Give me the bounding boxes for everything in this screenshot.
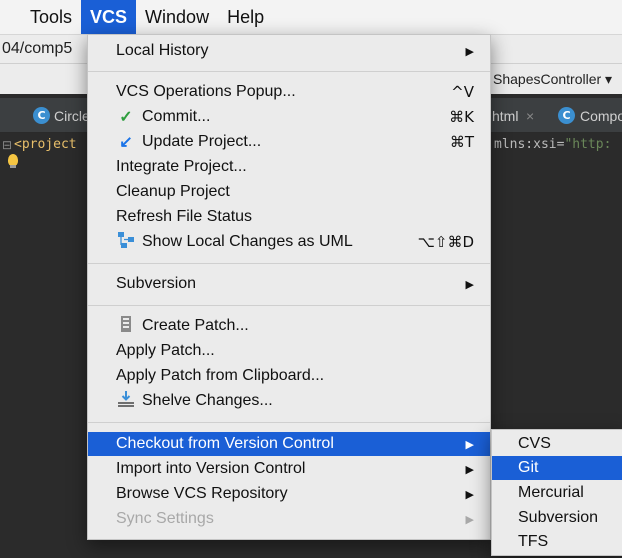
menu-item-subversion[interactable]: Subversion ▶	[88, 272, 490, 296]
submenu-item-label: TFS	[518, 533, 549, 550]
shortcut-label: ⌘T	[449, 133, 474, 151]
submenu-item-git[interactable]: Git	[492, 456, 622, 480]
menu-item-label: Apply Patch...	[116, 342, 215, 359]
submenu-arrow-icon: ▶	[465, 438, 474, 451]
vcs-menu: Local History ▶ VCS Operations Popup... …	[87, 34, 491, 540]
fold-icon[interactable]: ⊟	[2, 138, 12, 152]
menu-item-label: VCS Operations Popup...	[116, 83, 296, 100]
menu-help[interactable]: Help	[218, 0, 273, 34]
menu-item-apply-patch[interactable]: Apply Patch...	[88, 339, 490, 363]
menu-item-label: Sync Settings	[116, 510, 214, 527]
uml-diagram-icon	[116, 231, 136, 254]
menu-item-vcs-operations-popup[interactable]: VCS Operations Popup... ^V	[88, 80, 490, 104]
menu-item-label: Integrate Project...	[116, 158, 247, 175]
submenu-arrow-icon: ▶	[465, 513, 474, 526]
shelve-icon	[116, 390, 136, 413]
menu-item-import-into-vcs[interactable]: Import into Version Control ▶	[88, 457, 490, 481]
code-attribute-line: mlns:xsi="http:	[494, 137, 611, 152]
patch-icon	[116, 315, 136, 338]
menu-item-label: Subversion	[116, 275, 197, 292]
menu-item-label: Show Local Changes as UML	[142, 233, 353, 250]
menu-item-refresh-file-status[interactable]: Refresh File Status	[88, 205, 490, 229]
checkmark-icon: ✓	[119, 109, 133, 126]
class-icon: C	[33, 107, 50, 124]
code-string: "http:	[564, 137, 612, 152]
breadcrumb[interactable]: 04/comp5	[2, 40, 72, 58]
menu-item-local-history[interactable]: Local History ▶	[88, 39, 490, 63]
code-attr: mlns:xsi	[494, 137, 557, 152]
update-arrow-icon: ↙	[119, 134, 133, 151]
menu-item-label: Local History	[116, 42, 209, 59]
menu-separator	[88, 422, 490, 423]
menu-item-create-patch[interactable]: Create Patch...	[88, 314, 490, 338]
menu-item-label: Update Project...	[142, 133, 262, 150]
run-config-selector[interactable]: ShapesController ▾	[493, 71, 612, 88]
menu-item-sync-settings: Sync Settings ▶	[88, 507, 490, 531]
class-icon: C	[558, 107, 575, 124]
menu-item-shelve-changes[interactable]: Shelve Changes...	[88, 389, 490, 413]
tab-circle[interactable]: Circle	[54, 108, 90, 124]
menu-item-apply-patch-clipboard[interactable]: Apply Patch from Clipboard...	[88, 364, 490, 388]
menu-vcs[interactable]: VCS	[81, 0, 137, 34]
submenu-item-tfs[interactable]: TFS	[492, 530, 622, 554]
menu-item-label: Browse VCS Repository	[116, 485, 288, 502]
submenu-item-label: Mercurial	[518, 484, 584, 501]
menu-tools[interactable]: Tools	[0, 0, 81, 34]
menu-separator	[88, 71, 490, 72]
menu-item-integrate-project[interactable]: Integrate Project...	[88, 155, 490, 179]
menu-item-label: Refresh File Status	[116, 208, 253, 225]
menu-item-label: Cleanup Project	[116, 183, 230, 200]
menu-item-label: Shelve Changes...	[142, 392, 273, 409]
menu-item-show-local-changes-uml[interactable]: Show Local Changes as UML ⌥⇧⌘D	[88, 230, 490, 254]
submenu-item-label: Subversion	[518, 509, 599, 526]
menu-item-label: Checkout from Version Control	[116, 435, 334, 452]
menu-item-cleanup-project[interactable]: Cleanup Project	[88, 180, 490, 204]
menu-item-checkout-from-vcs[interactable]: Checkout from Version Control ▶	[88, 432, 490, 456]
submenu-arrow-icon: ▶	[465, 278, 474, 291]
submenu-item-subversion[interactable]: Subversion	[492, 506, 622, 530]
lightbulb-icon[interactable]	[8, 154, 18, 168]
menu-item-label: Create Patch...	[142, 317, 249, 334]
submenu-item-cvs[interactable]: CVS	[492, 432, 622, 456]
submenu-item-label: Git	[518, 459, 539, 476]
submenu-item-mercurial[interactable]: Mercurial	[492, 481, 622, 505]
submenu-item-label: CVS	[518, 435, 551, 452]
close-icon[interactable]: ×	[526, 108, 534, 124]
menu-window[interactable]: Window	[136, 0, 218, 34]
menu-item-commit[interactable]: ✓ Commit... ⌘K	[88, 105, 490, 129]
menu-bar: Tools VCS Window Help	[0, 0, 622, 35]
menu-separator	[88, 263, 490, 264]
shortcut-label: ⌘K	[449, 108, 474, 126]
code-tag: <project	[14, 137, 77, 152]
menu-separator	[88, 305, 490, 306]
menu-item-update-project[interactable]: ↙ Update Project... ⌘T	[88, 130, 490, 154]
submenu-arrow-icon: ▶	[465, 463, 474, 476]
shortcut-label: ⌥⇧⌘D	[417, 233, 474, 251]
menu-item-label: Apply Patch from Clipboard...	[116, 367, 325, 384]
submenu-arrow-icon: ▶	[465, 488, 474, 501]
tab-html[interactable]: html	[492, 108, 518, 124]
menu-item-label: Import into Version Control	[116, 460, 306, 477]
menu-item-browse-vcs-repository[interactable]: Browse VCS Repository ▶	[88, 482, 490, 506]
menu-item-label: Commit...	[142, 108, 211, 125]
shortcut-label: ^V	[451, 83, 474, 101]
submenu-arrow-icon: ▶	[465, 45, 474, 58]
checkout-submenu: CVS Git Mercurial Subversion TFS	[491, 429, 622, 556]
tab-compo[interactable]: Compo	[580, 108, 622, 124]
